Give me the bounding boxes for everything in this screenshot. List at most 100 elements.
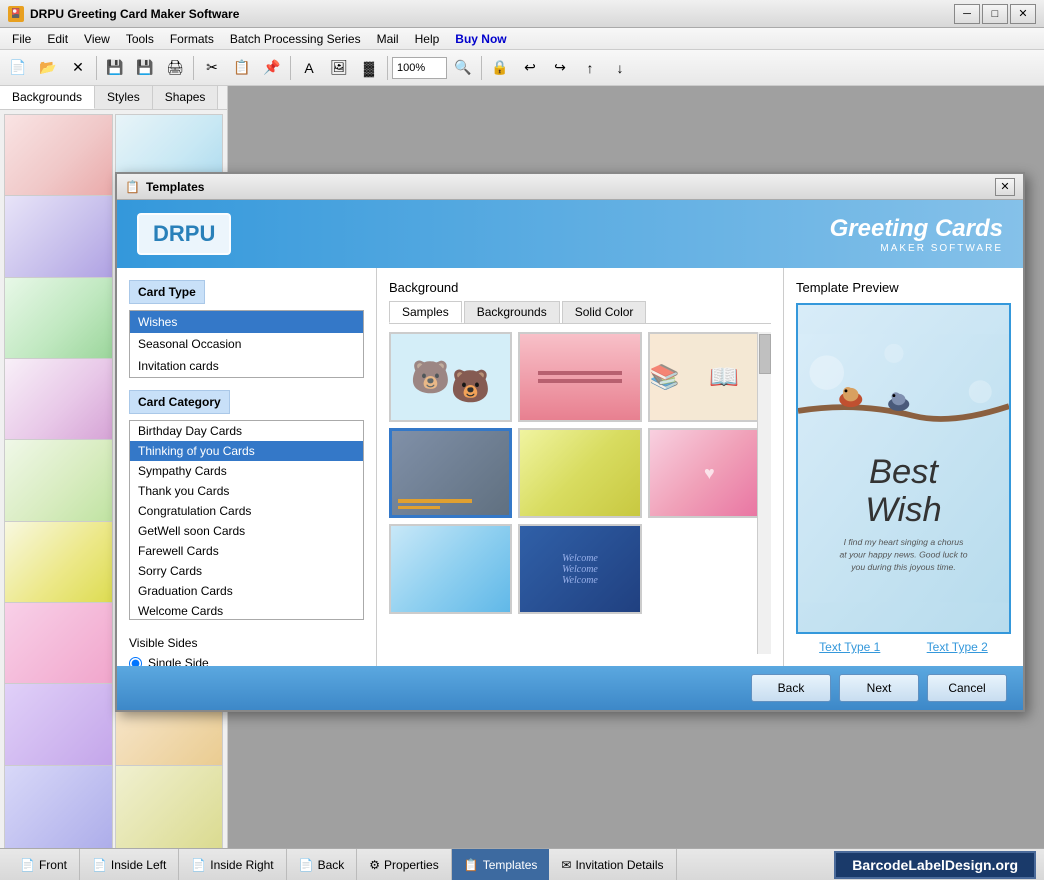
card-category-section: Card Category Birthday Day Cards Thinkin… (129, 390, 364, 620)
save-as-button[interactable]: 💾 (131, 54, 159, 82)
bg-sample-3[interactable]: 📖 (648, 332, 771, 422)
cat-graduation[interactable]: Graduation Cards (130, 581, 363, 601)
status-front-label: Front (39, 858, 67, 872)
tab-styles[interactable]: Styles (95, 86, 153, 109)
cat-birthday[interactable]: Birthday Day Cards (130, 421, 363, 441)
paste-button[interactable]: 📌 (258, 54, 286, 82)
minimize-button[interactable]: ─ (954, 4, 980, 24)
cat-congratulation[interactable]: Congratulation Cards (130, 501, 363, 521)
open-button[interactable]: 📂 (34, 54, 62, 82)
title-bar: 🎴 DRPU Greeting Card Maker Software ─ □ … (0, 0, 1044, 28)
image-button[interactable]: 🖼 (325, 54, 353, 82)
menu-formats[interactable]: Formats (162, 30, 222, 48)
status-invitation-label: Invitation Details (575, 858, 663, 872)
panel-tabs: Backgrounds Styles Shapes ▲ (0, 86, 227, 110)
bg-sample-2[interactable] (518, 332, 641, 422)
down-button[interactable]: ↓ (606, 54, 634, 82)
cat-thinking[interactable]: Thinking of you Cards (130, 441, 363, 461)
menu-buy-now[interactable]: Buy Now (447, 30, 514, 48)
menu-edit[interactable]: Edit (39, 30, 76, 48)
background-section: Background Samples Backgrounds Solid Col… (389, 280, 771, 654)
next-button[interactable]: Next (839, 674, 919, 702)
card-type-list: Wishes Seasonal Occasion Invitation card… (129, 310, 364, 378)
redo-button[interactable]: ↪ (546, 54, 574, 82)
preview-title: Template Preview (796, 280, 1011, 295)
main-content: Backgrounds Styles Shapes ▲ (0, 86, 1044, 848)
toolbar-sep-5 (481, 56, 482, 80)
bg-tab-solid[interactable]: Solid Color (562, 301, 647, 323)
bg-sample-6[interactable]: ♥ (648, 428, 771, 518)
cat-getwell[interactable]: GetWell soon Cards (130, 521, 363, 541)
bg-tab-backgrounds[interactable]: Backgrounds (464, 301, 560, 323)
greeting-small-text: MAKER SOFTWARE (830, 243, 1003, 254)
menu-mail[interactable]: Mail (369, 30, 407, 48)
status-templates[interactable]: 📋 Templates (452, 849, 550, 880)
zoom-input[interactable] (392, 57, 447, 79)
menu-help[interactable]: Help (407, 30, 448, 48)
cat-farewell[interactable]: Farewell Cards (130, 541, 363, 561)
tab-shapes[interactable]: Shapes (153, 86, 219, 109)
menu-batch-processing[interactable]: Batch Processing Series (222, 30, 369, 48)
status-invitation[interactable]: ✉ Invitation Details (549, 849, 676, 880)
barcode-logo: BarcodeLabelDesign.org (834, 851, 1036, 879)
cat-sympathy[interactable]: Sympathy Cards (130, 461, 363, 481)
invitation-icon: ✉ (561, 858, 571, 872)
status-front[interactable]: 📄 Front (8, 849, 80, 880)
zoom-in-button[interactable]: 🔍 (449, 54, 477, 82)
inside-left-icon: 📄 (92, 858, 107, 872)
card-type-wishes[interactable]: Wishes (130, 311, 363, 333)
close-button[interactable]: ✕ (1010, 4, 1036, 24)
text-type-2-link[interactable]: Text Type 2 (927, 640, 988, 654)
bg-sample-1[interactable]: 🐻 (389, 332, 512, 422)
title-bar-controls: ─ □ ✕ (954, 4, 1036, 24)
side-single-radio[interactable] (129, 657, 142, 667)
close-toolbar-button[interactable]: ✕ (64, 54, 92, 82)
bg-sample-7[interactable] (389, 524, 512, 614)
maximize-button[interactable]: □ (982, 4, 1008, 24)
scroll-thumb[interactable] (759, 334, 771, 374)
dialog-close-button[interactable]: ✕ (995, 178, 1015, 196)
bg-sample-5[interactable] (518, 428, 641, 518)
new-button[interactable]: 📄 (4, 54, 32, 82)
cat-thankyou[interactable]: Thank you Cards (130, 481, 363, 501)
dialog-body: Card Type Wishes Seasonal Occasion Invit… (117, 268, 1023, 666)
templates-status-icon: 📋 (464, 858, 479, 872)
card-type-seasonal[interactable]: Seasonal Occasion (130, 333, 363, 355)
back-button[interactable]: Back (751, 674, 831, 702)
save-button[interactable]: 💾 (101, 54, 129, 82)
bg-sample-4[interactable] (389, 428, 512, 518)
menu-view[interactable]: View (76, 30, 118, 48)
print-button[interactable]: 🖨 (161, 54, 189, 82)
copy-button[interactable]: 📋 (228, 54, 256, 82)
up-button[interactable]: ↑ (576, 54, 604, 82)
card-type-invitation[interactable]: Invitation cards (130, 355, 363, 377)
status-inside-right[interactable]: 📄 Inside Right (179, 849, 286, 880)
bg-thumb-18[interactable] (115, 765, 224, 848)
scroll-track (757, 332, 771, 654)
dialog-title-icon: 📋 (125, 180, 140, 194)
side-single-label: Single Side (148, 656, 209, 666)
bg-tab-samples[interactable]: Samples (389, 301, 462, 323)
barcode-button[interactable]: ▓ (355, 54, 383, 82)
lock-button[interactable]: 🔒 (486, 54, 514, 82)
cut-button[interactable]: ✂ (198, 54, 226, 82)
text-type-1-link[interactable]: Text Type 1 (819, 640, 880, 654)
cancel-button[interactable]: Cancel (927, 674, 1007, 702)
status-properties[interactable]: ⚙ Properties (357, 849, 451, 880)
bg-sample-8[interactable]: WelcomeWelcomeWelcome (518, 524, 641, 614)
text-button[interactable]: A (295, 54, 323, 82)
cat-sorry[interactable]: Sorry Cards (130, 561, 363, 581)
side-single[interactable]: Single Side (129, 656, 364, 666)
bg-thumb-17[interactable] (4, 765, 113, 848)
status-back[interactable]: 📄 Back (287, 849, 358, 880)
dialog-middle-panel: Background Samples Backgrounds Solid Col… (377, 268, 783, 666)
undo-button[interactable]: ↩ (516, 54, 544, 82)
front-icon: 📄 (20, 858, 35, 872)
svg-text:at your happy news. Good luck: at your happy news. Good luck to (839, 550, 967, 560)
tab-backgrounds[interactable]: Backgrounds (0, 86, 95, 109)
properties-icon: ⚙ (369, 858, 380, 872)
cat-welcome[interactable]: Welcome Cards (130, 601, 363, 620)
status-inside-left[interactable]: 📄 Inside Left (80, 849, 179, 880)
menu-file[interactable]: File (4, 30, 39, 48)
menu-tools[interactable]: Tools (118, 30, 162, 48)
